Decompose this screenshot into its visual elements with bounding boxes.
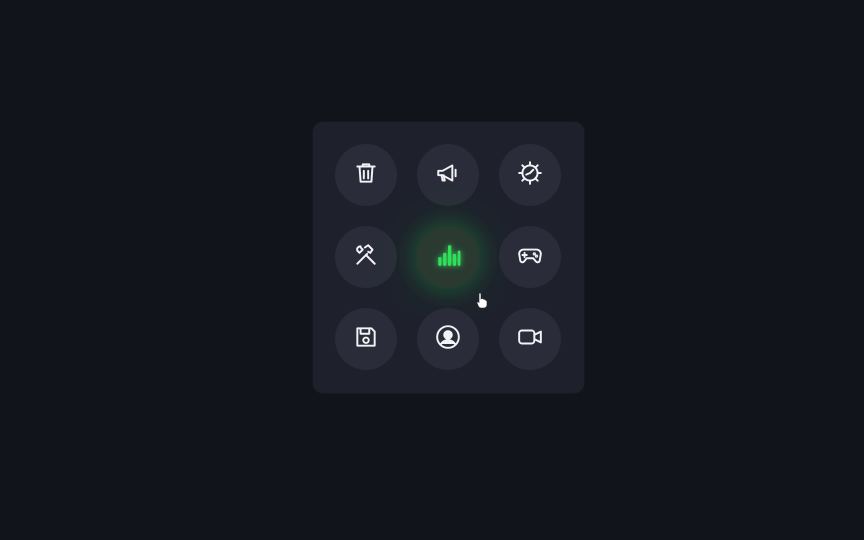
- save-button[interactable]: [335, 308, 397, 370]
- gaming-button[interactable]: [499, 226, 561, 288]
- tools-button[interactable]: [335, 226, 397, 288]
- bar-chart-icon: [435, 242, 461, 272]
- stats-button[interactable]: [417, 226, 479, 288]
- settings-gear-icon: [517, 160, 543, 190]
- gamepad-icon: [517, 242, 543, 272]
- tools-icon: [353, 242, 379, 272]
- profile-button[interactable]: [417, 308, 479, 370]
- trash-button[interactable]: [335, 144, 397, 206]
- video-button[interactable]: [499, 308, 561, 370]
- hand-cursor-icon: [476, 292, 488, 309]
- megaphone-icon: [435, 160, 461, 190]
- announcement-button[interactable]: [417, 144, 479, 206]
- floppy-disk-icon: [353, 324, 379, 354]
- settings-button[interactable]: [499, 144, 561, 206]
- video-camera-icon: [517, 324, 543, 354]
- icon-grid-panel: [313, 122, 584, 393]
- trash-icon: [353, 160, 379, 190]
- user-profile-icon: [435, 324, 461, 354]
